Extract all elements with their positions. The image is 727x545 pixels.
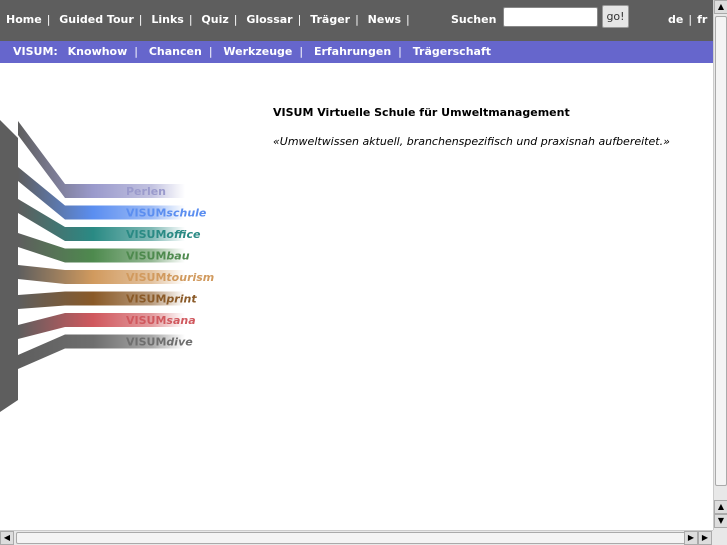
branch-link-print[interactable]: VISUMprint (126, 293, 197, 306)
scroll-up-button-lower[interactable]: ▲ (714, 500, 727, 514)
nav-links[interactable]: Links (151, 13, 183, 26)
branch-prefix: VISUM (126, 228, 166, 241)
graphic-spine (0, 120, 18, 412)
branch-link-perlen[interactable]: Perlen (126, 185, 166, 198)
nav-quiz[interactable]: Quiz (201, 13, 228, 26)
nav-glossar[interactable]: Glossar (246, 13, 292, 26)
sub-navigation-bar: VISUM: Knowhow | Chancen | Werkzeuge | Erfa… (0, 41, 713, 63)
visum-branches-graphic: PerlenVISUMschuleVISUMofficeVISUMbauVISU… (0, 120, 214, 412)
branch-suffix: office (166, 228, 201, 241)
search-input[interactable] (503, 7, 598, 27)
branch-prefix: VISUM (126, 207, 166, 220)
separator: | (355, 13, 359, 26)
sub-nav: VISUM: Knowhow | Chancen | Werkzeuge | Erfa… (13, 45, 491, 58)
top-navigation-bar: Home | Guided Tour | Links | Quiz | Glossar |… (0, 0, 713, 41)
branch-link-office[interactable]: VISUMoffice (126, 228, 201, 241)
page-title: VISUM Virtuelle Schule für Umweltmanagem… (273, 106, 570, 119)
separator: | (208, 45, 213, 58)
separator: | (406, 13, 410, 26)
branch-suffix: sana (166, 314, 195, 327)
subnav-chancen[interactable]: Chancen (149, 45, 202, 58)
branch-prefix: VISUM (126, 271, 166, 284)
subnav-prefix: VISUM: (13, 45, 58, 58)
branch-suffix: dive (166, 336, 193, 349)
branch-prefix: VISUM (126, 336, 166, 349)
scroll-right-button[interactable]: ▶ (684, 531, 698, 545)
separator: | (297, 13, 302, 26)
branch-link-tourism[interactable]: VISUMtourism (126, 271, 214, 284)
language-switcher: de | fr (668, 13, 707, 26)
branch-prefix: VISUM (126, 250, 166, 263)
vertical-scrollbar[interactable]: ▲ ▲ ▼ (713, 0, 727, 530)
nav-guided-tour[interactable]: Guided Tour (59, 13, 134, 26)
branch-link-schule[interactable]: VISUMschule (126, 207, 207, 220)
scroll-up-button[interactable]: ▲ (714, 0, 727, 14)
subnav-erfahrungen[interactable]: Erfahrungen (314, 45, 391, 58)
separator: | (188, 13, 193, 26)
branch-suffix: print (165, 293, 197, 306)
lang-fr[interactable]: fr (697, 13, 707, 26)
separator: | (138, 13, 143, 26)
nav-news[interactable]: News (368, 13, 401, 26)
branch-suffix: Perlen (126, 185, 166, 198)
branch-suffix: schule (166, 207, 207, 220)
horizontal-scroll-thumb[interactable] (16, 532, 696, 544)
subnav-knowhow[interactable]: Knowhow (68, 45, 128, 58)
main-nav: Home | Guided Tour | Links | Quiz | Glossar |… (6, 13, 415, 26)
separator: | (233, 13, 238, 26)
branch-prefix: VISUM (126, 314, 166, 327)
search-button[interactable]: go! (602, 5, 629, 28)
scroll-left-button[interactable]: ◀ (0, 531, 14, 545)
tagline: «Umweltwissen aktuell, branchenspezifisc… (273, 135, 670, 148)
separator: | (299, 45, 304, 58)
separator: | (134, 45, 138, 58)
nav-traeger[interactable]: Träger (310, 13, 350, 26)
scroll-down-button[interactable]: ▼ (714, 514, 727, 528)
branch-link-dive[interactable]: VISUMdive (126, 336, 193, 349)
search-label: Suchen (451, 13, 497, 26)
branch-suffix: bau (166, 250, 189, 263)
subnav-werkzeuge[interactable]: Werkzeuge (223, 45, 292, 58)
separator: | (46, 13, 51, 26)
scroll-right-button-2[interactable]: ▶ (698, 531, 712, 545)
separator: | (398, 45, 402, 58)
horizontal-scrollbar[interactable]: ◀ ▶ ▶ (0, 530, 713, 545)
branch-prefix: VISUM (126, 293, 166, 306)
subnav-traegerschaft[interactable]: Trägerschaft (413, 45, 491, 58)
nav-home[interactable]: Home (6, 13, 42, 26)
separator: | (688, 13, 693, 26)
branch-link-bau[interactable]: VISUMbau (126, 250, 190, 263)
lang-de[interactable]: de (668, 13, 683, 26)
branch-suffix: tourism (166, 271, 214, 284)
scrollbar-corner (713, 530, 727, 545)
branch-link-sana[interactable]: VISUMsana (126, 314, 196, 327)
vertical-scroll-thumb[interactable] (715, 16, 727, 486)
